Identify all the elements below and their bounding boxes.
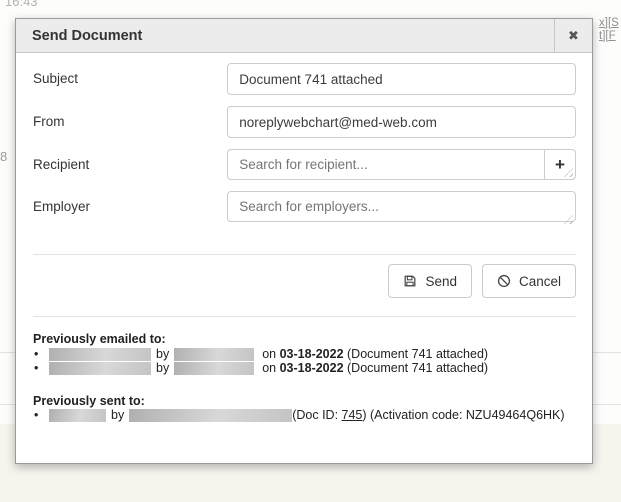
email-note: (Document 741 attached) xyxy=(344,361,489,375)
close-icon: ✖ xyxy=(568,28,579,44)
email-date: 03-18-2022 xyxy=(280,361,344,375)
redacted-recipient xyxy=(49,348,151,361)
sent-entry: by (Doc ID: 745) (Activation code: NZU494… xyxy=(33,408,578,423)
on-label: on xyxy=(262,347,279,361)
recipient-row: Recipient + xyxy=(33,149,576,180)
from-label: From xyxy=(33,106,227,138)
redacted-sender xyxy=(174,362,254,375)
by-label: by xyxy=(156,347,169,361)
background-timestamp: 16:43 xyxy=(5,0,38,9)
subject-input[interactable] xyxy=(227,63,576,95)
background-link-1[interactable]: x][S xyxy=(599,17,619,30)
save-icon xyxy=(403,274,417,288)
redacted-sender xyxy=(129,409,292,422)
redacted-sender xyxy=(174,348,254,361)
doc-id-link[interactable]: 745 xyxy=(342,408,363,422)
employer-row: Employer xyxy=(33,191,576,227)
close-button[interactable]: ✖ xyxy=(554,19,592,52)
emailed-entry: by on 03-18-2022 (Document 741 attached) xyxy=(33,347,578,362)
send-document-dialog: Send Document ✖ Subject From Recipient +… xyxy=(15,18,593,464)
sent-heading: Previously sent to: xyxy=(33,394,578,409)
emailed-entry: by on 03-18-2022 (Document 741 attached) xyxy=(33,361,578,376)
on-label: on xyxy=(262,361,279,375)
plus-icon: + xyxy=(555,155,565,175)
dialog-actions: Send Cancel xyxy=(388,264,576,298)
recipient-search-input[interactable] xyxy=(227,149,545,180)
subject-label: Subject xyxy=(33,63,227,95)
send-button-label: Send xyxy=(425,274,457,289)
from-row: From xyxy=(33,106,576,138)
divider xyxy=(33,316,576,317)
from-input[interactable] xyxy=(227,106,576,138)
dialog-header: Send Document ✖ xyxy=(16,19,592,53)
background-links: x][S t][F xyxy=(599,17,619,43)
redacted-recipient xyxy=(49,409,106,422)
send-button[interactable]: Send xyxy=(388,264,472,298)
divider xyxy=(33,254,576,255)
by-label: by xyxy=(111,408,124,422)
subject-row: Subject xyxy=(33,63,576,95)
email-date: 03-18-2022 xyxy=(280,347,344,361)
recipient-label: Recipient xyxy=(33,149,227,180)
background-number: 8 xyxy=(0,149,7,164)
cancel-button[interactable]: Cancel xyxy=(482,264,576,298)
dialog-title: Send Document xyxy=(16,19,554,52)
background-link-2[interactable]: t][F xyxy=(599,30,619,43)
activation-code-text: ) (Activation code: NZU49464Q6HK) xyxy=(362,408,564,422)
employer-search-input[interactable] xyxy=(227,191,576,222)
history-section: Previously emailed to: by on 03-18-2022 (… xyxy=(33,332,578,423)
redacted-recipient xyxy=(49,362,151,375)
emailed-heading: Previously emailed to: xyxy=(33,332,578,347)
email-note: (Document 741 attached) xyxy=(344,347,489,361)
employer-label: Employer xyxy=(33,191,227,227)
cancel-button-label: Cancel xyxy=(519,274,561,289)
doc-id-prefix: (Doc ID: xyxy=(292,408,341,422)
by-label: by xyxy=(156,361,169,375)
ban-icon xyxy=(497,274,511,288)
